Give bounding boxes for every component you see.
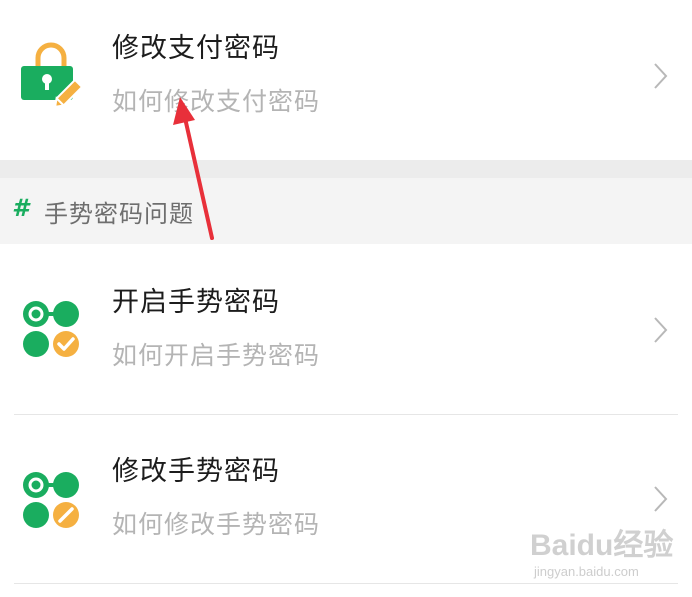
list-item-change-payment-password[interactable]: 修改支付密码 如何修改支付密码	[0, 0, 692, 160]
chevron-right-icon	[654, 63, 668, 89]
chevron-right-icon	[654, 486, 668, 512]
section-gap	[0, 160, 692, 178]
section-header: # 手势密码问题	[0, 178, 692, 244]
item-subtitle: 如何修改支付密码	[112, 87, 321, 116]
item-title: 开启手势密码	[112, 287, 280, 318]
chevron-right-icon	[654, 317, 668, 343]
gesture-check-icon	[23, 301, 79, 357]
item-subtitle: 如何修改手势密码	[112, 510, 321, 539]
gesture-edit-icon	[23, 472, 79, 528]
list-item-enable-gesture-password[interactable]: 开启手势密码 如何开启手势密码	[0, 244, 692, 414]
help-list-page: 修改支付密码 如何修改支付密码 # 手势密码问题 开启手势密码 如何开启手势密码	[0, 0, 692, 597]
item-subtitle: 如何开启手势密码	[112, 341, 321, 370]
lock-edit-icon	[21, 42, 83, 106]
watermark-brand: Baidu经验	[530, 529, 674, 562]
item-title: 修改支付密码	[112, 33, 280, 64]
baidu-watermark: Baidu经验 jingyan.baidu.com	[530, 520, 680, 584]
item-title: 修改手势密码	[112, 456, 280, 487]
hash-icon: #	[12, 194, 29, 222]
section-title: 手势密码问题	[44, 200, 194, 228]
watermark-url: jingyan.baidu.com	[534, 564, 639, 579]
